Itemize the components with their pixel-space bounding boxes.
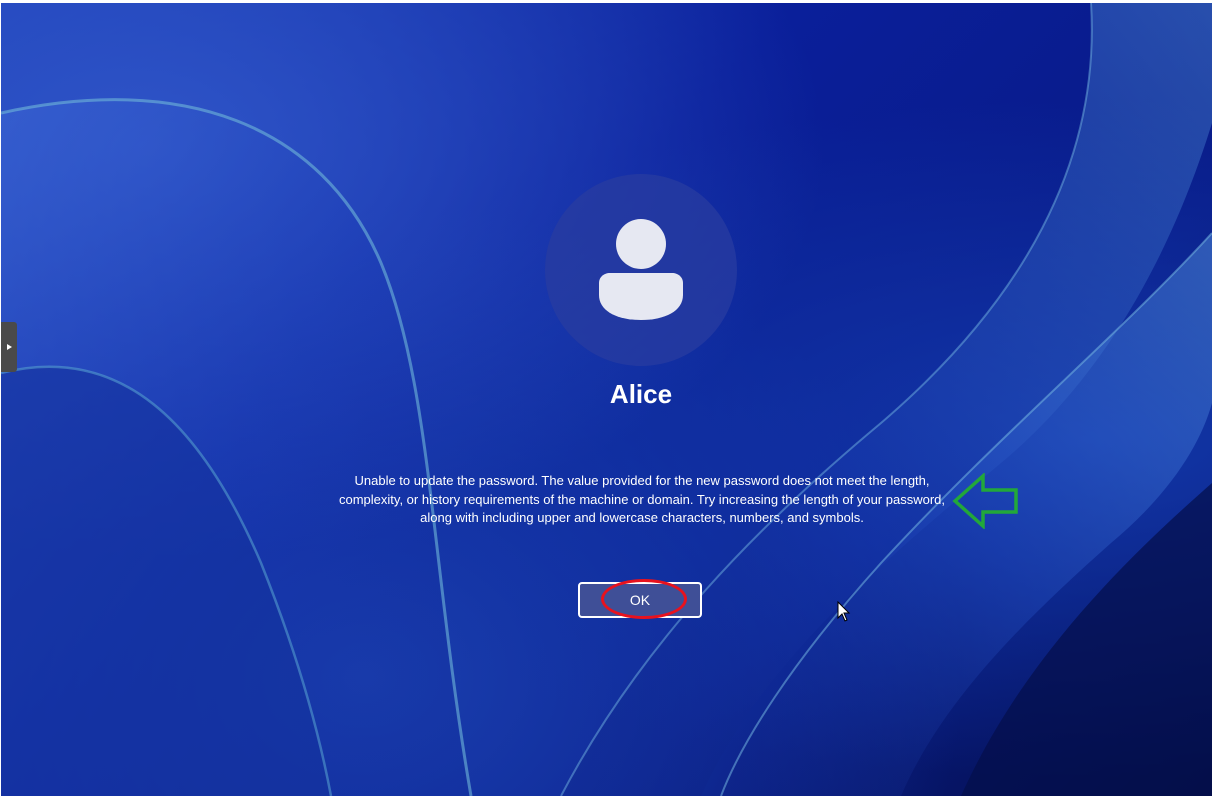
side-panel-toggle[interactable] — [1, 322, 17, 372]
person-icon — [599, 219, 683, 320]
ok-button[interactable]: OK — [578, 582, 702, 618]
mouse-pointer-icon — [837, 601, 851, 622]
lock-screen: Alice Unable to update the password. The… — [1, 3, 1212, 796]
user-name: Alice — [609, 379, 673, 409]
left-arrow-icon — [952, 473, 1018, 529]
ok-button-label: OK — [629, 592, 651, 608]
error-message: Unable to update the password. The value… — [339, 473, 945, 525]
avatar — [545, 174, 737, 366]
expand-right-icon — [7, 344, 12, 350]
